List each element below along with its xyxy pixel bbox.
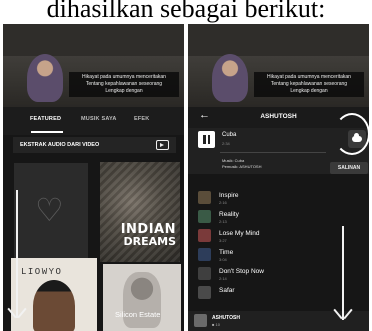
track-duration: 2:14 [219,276,227,281]
track-thumbnail [198,229,211,242]
liowyo-playlist-card[interactable]: LIOWYO [11,258,97,331]
track-duration: 2:13 [219,219,227,224]
copy-credit-button[interactable]: SALINAN [330,162,368,174]
video-preview: Hikayat pada umumnya menceritakan Tentan… [3,24,184,107]
video-subtitle: Hikayat pada umumnya menceritakan Tentan… [69,72,179,97]
tab-my-music[interactable]: MUSIK SAYA [81,116,117,122]
mini-player-title: ASHUTOSH [212,315,240,321]
track-duration: 3:04 [219,257,227,262]
track-thumbnail [198,210,211,223]
track-row[interactable]: Reality 2:13 [188,208,369,227]
extract-audio-label: EKSTRAK AUDIO DARI VIDEO [20,142,100,148]
track-title: Don't Stop Now [219,268,264,275]
music-credit: Musik: Cuba [222,158,245,163]
tab-effects[interactable]: EFEK [134,116,149,122]
silicon-estate-playlist-card[interactable]: Silicon Estate [103,264,181,331]
speaker-thumbnail [212,54,248,102]
silicon-estate-title: Silicon Estate [115,310,161,319]
favorites-playlist-card[interactable]: ♡ [14,163,88,263]
document-caption: dihasilkan sebagai berikut: [0,0,372,24]
track-title: Lose My Mind [219,230,260,237]
cover-art [123,272,161,328]
video-play-icon [156,140,169,150]
track-thumbnail [198,286,211,299]
track-thumbnail [198,191,211,204]
track-thumbnail [198,267,211,280]
track-duration: 2:16 [219,200,227,205]
artist-tracks-screen: Hikayat pada umumnya menceritakan Tentan… [188,24,369,331]
video-preview: Hikayat pada umumnya menceritakan Tentan… [188,24,369,107]
video-subtitle: Hikayat pada umumnya menceritakan Tentan… [254,72,364,97]
music-tabs: FEATURED MUSIK SAYA EFEK [3,107,184,135]
track-duration: 3:27 [219,238,227,243]
mini-player-thumbnail [194,314,207,327]
highlight-circle [334,113,369,155]
caption-text: dihasilkan sebagai berikut: [46,0,326,23]
indian-dreams-title-2: DREAMS [123,235,177,248]
track-row[interactable]: Inspire 2:16 [188,189,369,208]
liowyo-title: LIOWYO [21,267,63,277]
indian-dreams-playlist-card[interactable]: INDIAN DREAMS [100,162,180,262]
extract-audio-button[interactable]: EKSTRAK AUDIO DARI VIDEO [13,137,176,153]
progress-track[interactable] [220,152,326,153]
track-title: Time [219,249,234,256]
artist-portrait [33,280,75,331]
speaker-thumbnail [27,54,63,102]
track-title: Reality [219,211,239,218]
track-thumbnail [198,248,211,261]
pause-button[interactable] [198,131,215,148]
tab-featured[interactable]: FEATURED [30,116,61,122]
track-title: Safar [219,287,235,294]
track-title: Inspire [219,192,239,199]
annotation-arrow [16,190,18,318]
active-tab-indicator [31,131,63,133]
heart-icon: ♡ [35,192,64,228]
music-picker-screen: Hikayat pada umumnya menceritakan Tentan… [3,24,184,331]
now-playing-title: Cuba [222,132,237,138]
composer-credit: Pemusik: ASHUTOSH [222,164,262,169]
now-playing-time: 2:34 [222,141,230,146]
annotation-arrow [342,226,344,320]
mini-player-subtitle: ■ 10 [212,322,220,327]
